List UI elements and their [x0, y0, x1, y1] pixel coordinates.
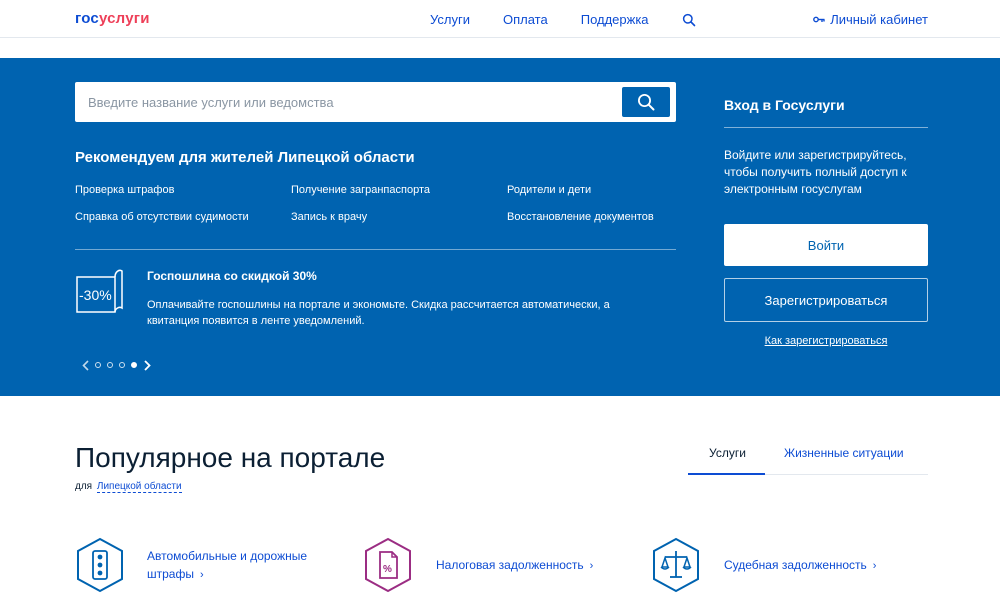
popular-item-court-debt[interactable]: Судебная задолженность ›: [651, 537, 876, 593]
chevron-right-icon: ›: [589, 559, 594, 572]
gosuslugi-logo[interactable]: госуслуги: [75, 10, 150, 27]
popular-item-tax-debt[interactable]: % Налоговая задолженность ›: [363, 537, 593, 593]
popular-item-traffic-fines[interactable]: Автомобильные и дорожные штрафы ›: [75, 537, 327, 593]
rec-link-fines[interactable]: Проверка штрафов: [75, 184, 174, 196]
main-nav: Услуги Оплата Поддержка: [430, 12, 696, 27]
nav-services[interactable]: Услуги: [430, 12, 470, 27]
service-search: [75, 82, 676, 122]
carousel-prev-button[interactable]: [78, 358, 92, 372]
popular-item-text: Судебная задолженность: [724, 557, 867, 572]
tab-life-situations[interactable]: Жизненные ситуации: [784, 446, 904, 460]
personal-account-link[interactable]: Личный кабинет: [813, 12, 928, 27]
rec-link-doctor[interactable]: Запись к врачу: [291, 211, 367, 223]
search-icon[interactable]: [682, 13, 696, 27]
active-tab-indicator: [688, 473, 765, 475]
carousel-dot[interactable]: [107, 362, 113, 368]
promo-badge: -30%: [79, 287, 112, 303]
traffic-light-icon: [77, 537, 123, 593]
promo-carousel: [78, 358, 154, 372]
rec-link-criminal-record[interactable]: Справка об отсутствии судимости: [75, 211, 249, 223]
scales-icon: [653, 537, 699, 593]
region-selector[interactable]: Липецкой области: [96, 481, 182, 493]
logo-part-2: услуги: [98, 10, 150, 27]
account-label: Личный кабинет: [830, 12, 928, 27]
rec-link-parents[interactable]: Родители и дети: [507, 184, 591, 196]
chevron-right-icon: ›: [872, 559, 877, 572]
chevron-left-icon: [81, 359, 89, 371]
popular-item-text: Налоговая задолженность: [436, 557, 584, 572]
tab-services[interactable]: Услуги: [709, 446, 746, 460]
logo-part-1: гос: [75, 10, 99, 27]
popular-item-label: Судебная задолженность ›: [724, 556, 876, 575]
carousel-dot[interactable]: [95, 362, 101, 368]
promo-text: Оплачивайте госпошлины на портале и экон…: [147, 299, 610, 327]
login-description: Войдите или зарегистрируйтесь, чтобы пол…: [724, 148, 907, 196]
carousel-dot-active[interactable]: [131, 362, 137, 368]
login-title: Вход в Госуслуги: [724, 97, 845, 113]
how-to-register-link[interactable]: Как зарегистрироваться: [724, 335, 928, 347]
search-icon: [638, 94, 655, 111]
search-input[interactable]: [75, 82, 615, 122]
tax-document-icon: %: [365, 537, 411, 593]
popular-item-text: Автомобильные и дорожные штрафы: [147, 548, 308, 581]
popular-item-label: Автомобильные и дорожные штрафы ›: [147, 547, 327, 584]
hero-divider: [75, 249, 676, 250]
recommendations-title: Рекомендуем для жителей Липецкой области: [75, 149, 415, 166]
promo-title: Госпошлина со скидкой 30%: [147, 269, 317, 283]
hero-section: Рекомендуем для жителей Липецкой области…: [0, 58, 1000, 396]
rec-link-documents[interactable]: Восстановление документов: [507, 211, 654, 223]
popular-tabs: Услуги Жизненные ситуации: [688, 432, 928, 475]
carousel-dot[interactable]: [119, 362, 125, 368]
chevron-right-icon: [143, 359, 151, 371]
region-prefix: для: [75, 481, 93, 492]
search-button[interactable]: [622, 87, 670, 117]
login-button[interactable]: Войти: [724, 224, 928, 266]
rec-link-passport[interactable]: Получение загранпаспорта: [291, 184, 430, 196]
popular-region-line: для Липецкой области: [75, 481, 182, 493]
key-icon: [813, 16, 825, 23]
carousel-next-button[interactable]: [140, 358, 154, 372]
discount-receipt-icon: -30%: [76, 269, 123, 313]
popular-title: Популярное на портале: [75, 442, 386, 473]
register-button[interactable]: Зарегистрироваться: [724, 278, 928, 322]
popular-item-label: Налоговая задолженность ›: [436, 556, 593, 575]
login-divider: [724, 127, 928, 128]
chevron-right-icon: ›: [199, 568, 204, 581]
svg-text:%: %: [383, 564, 392, 575]
nav-support[interactable]: Поддержка: [581, 12, 649, 27]
site-header: госуслуги Услуги Оплата Поддержка Личный…: [0, 0, 1000, 38]
nav-payment[interactable]: Оплата: [503, 12, 548, 27]
